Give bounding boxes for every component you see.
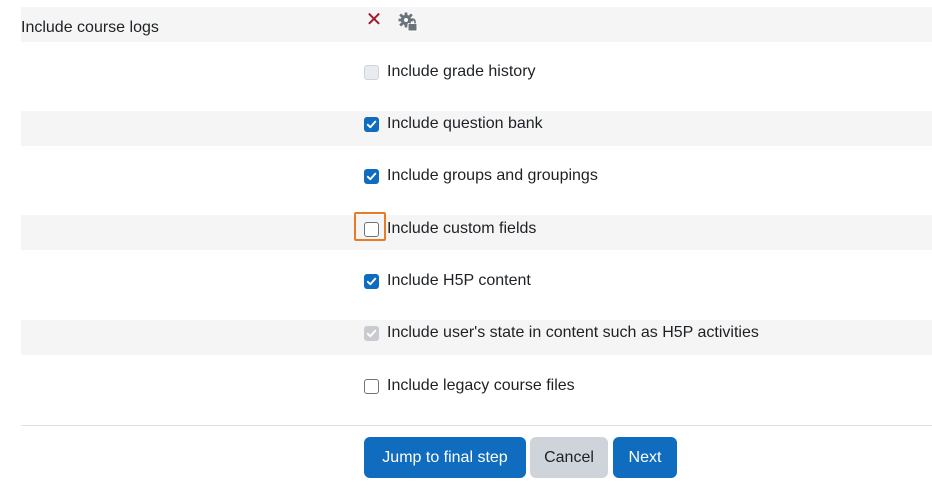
- grade-history-checkbox: [364, 64, 379, 80]
- option-label: Include legacy course files: [387, 377, 575, 394]
- option-groups[interactable]: Include groups and groupings: [364, 165, 598, 187]
- groups-checkbox[interactable]: [364, 168, 379, 184]
- h5p-content-checkbox[interactable]: [364, 273, 379, 289]
- option-label: Include question bank: [387, 115, 543, 132]
- option-label: Include custom fields: [387, 220, 537, 237]
- setting-label: Include course logs: [21, 19, 159, 36]
- close-icon[interactable]: ✕: [365, 8, 383, 32]
- option-label: Include groups and groupings: [387, 167, 598, 184]
- cancel-button[interactable]: Cancel: [530, 437, 608, 478]
- user-state-checkbox: [364, 325, 379, 341]
- focus-ring: [354, 212, 386, 241]
- option-grade-history: Include grade history: [364, 61, 536, 83]
- option-legacy-files[interactable]: Include legacy course files: [364, 375, 575, 397]
- question-bank-checkbox[interactable]: [364, 116, 379, 132]
- option-h5p-content[interactable]: Include H5P content: [364, 270, 531, 292]
- lock-gear-icon: [397, 11, 419, 33]
- option-user-state: Include user's state in content such as …: [364, 322, 759, 344]
- legacy-files-checkbox[interactable]: [364, 378, 379, 394]
- next-button[interactable]: Next: [613, 437, 677, 478]
- option-label: Include user's state in content such as …: [387, 324, 759, 341]
- option-label: Include grade history: [387, 63, 536, 80]
- option-label: Include H5P content: [387, 272, 531, 289]
- option-custom-fields[interactable]: Include custom fields: [364, 218, 536, 240]
- jump-to-final-step-button[interactable]: Jump to final step: [364, 437, 526, 478]
- option-question-bank[interactable]: Include question bank: [364, 113, 543, 135]
- form-divider: [21, 425, 932, 426]
